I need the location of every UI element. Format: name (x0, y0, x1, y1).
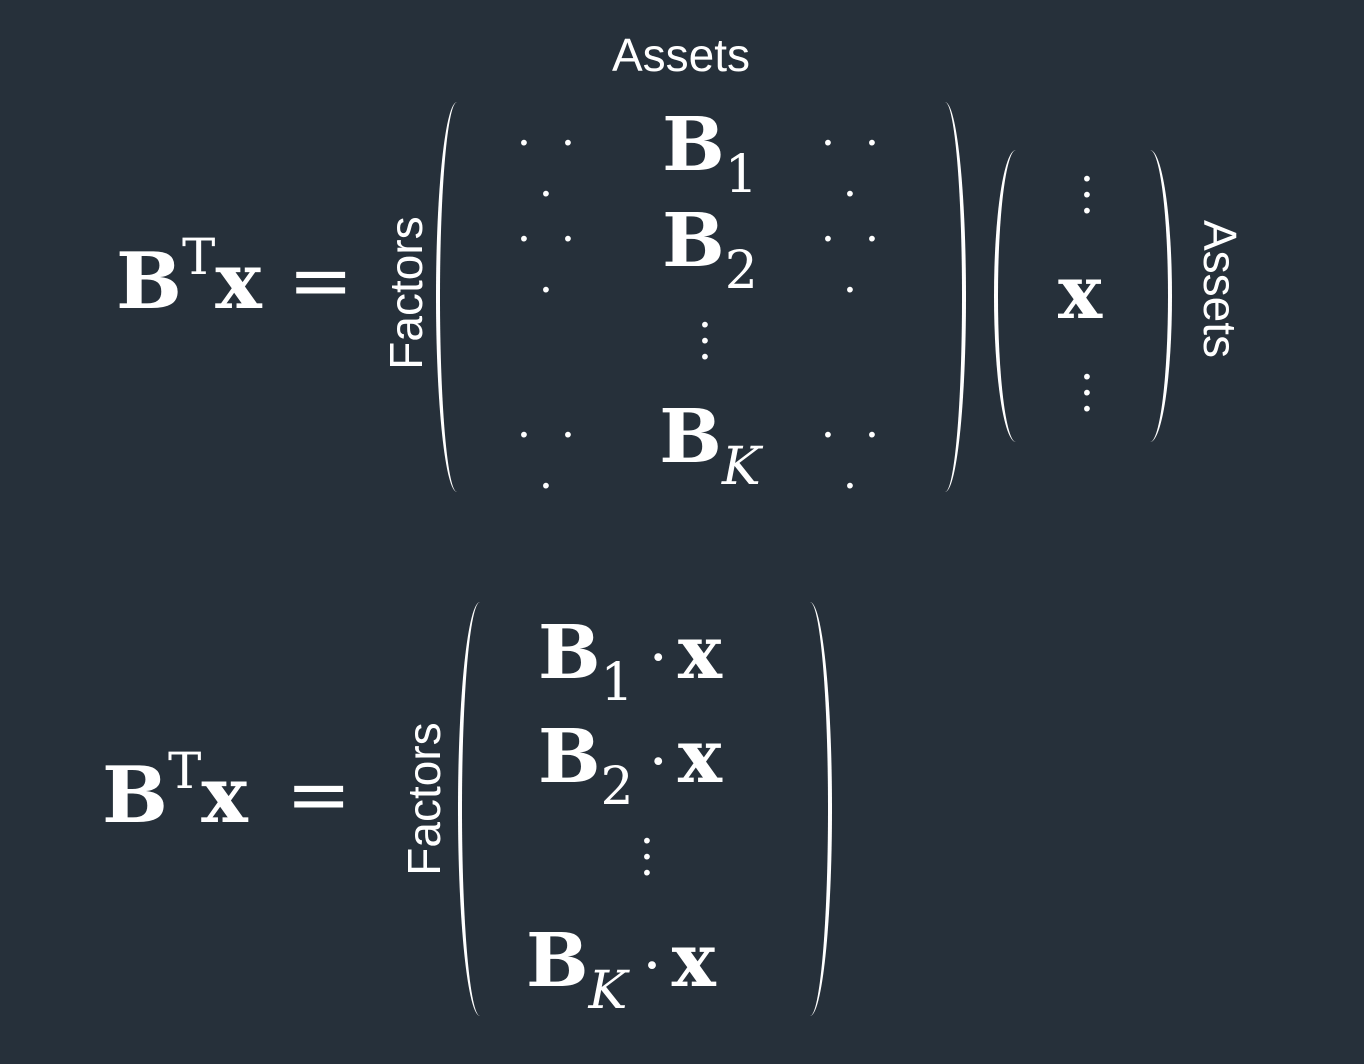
row1-B1: B1 (640, 102, 780, 205)
result-row1: B1 · x (538, 610, 722, 713)
row2-left-dots: · · · (517, 214, 583, 316)
factors-label-1: Factors (380, 216, 432, 370)
matrix-vertical-dots: · · · (698, 300, 712, 383)
transpose-T: T (181, 228, 216, 286)
vector-left-paren (994, 150, 1038, 442)
row2-right-dots: · · · (821, 214, 887, 316)
result-row1-sub: 1 (600, 653, 634, 713)
vector-bottom-vertical-dots: · · · (1080, 352, 1094, 435)
result-rowK-dot: · (642, 931, 662, 1001)
assets-side-label: Assets (1194, 219, 1246, 359)
result-vertical-dots: · · · (640, 816, 654, 899)
result-row2-B: B (538, 714, 601, 800)
equation-2-lhs: BTx (102, 742, 248, 841)
row1-left-dots: · · · (517, 118, 583, 220)
rowK-sub: K (721, 437, 761, 497)
rowK-right-dots: · · · (821, 410, 887, 512)
result-rowK: BK · x (526, 918, 716, 1021)
rowK-B: B (659, 394, 722, 480)
transpose-T-2: T (167, 742, 202, 800)
lhs-matrix-B: B (116, 236, 182, 327)
lhs2-matrix-B: B (102, 750, 168, 841)
result-row2-sub: 2 (600, 757, 634, 817)
vector-x: x (1058, 250, 1103, 336)
row1-sub: 1 (724, 145, 758, 205)
assets-top-label: Assets (612, 29, 751, 81)
equation-1-lhs: BTx (116, 228, 262, 327)
row1-B: B (662, 102, 725, 188)
row1-right-dots: · · · (821, 118, 887, 220)
equals-sign-1: = (288, 236, 354, 326)
rowK-left-dots: · · · (517, 410, 583, 512)
result-right-paren (788, 602, 832, 1016)
equals-sign-2: = (286, 750, 352, 840)
result-row1-dot: · (648, 623, 668, 693)
vector-top-vertical-dots: · · · (1080, 154, 1094, 237)
lhs-vector-x: x (215, 236, 262, 327)
row2-B: B (662, 198, 725, 284)
result-row2: B2 · x (538, 714, 722, 817)
vector-right-paren (1128, 150, 1172, 442)
result-row2-x: x (677, 714, 722, 800)
result-rowK-B: B (526, 918, 589, 1004)
matrix-right-paren (924, 102, 966, 492)
result-row1-B: B (538, 610, 601, 696)
result-left-paren (458, 602, 502, 1016)
lhs2-vector-x: x (201, 750, 248, 841)
row2-sub: 2 (724, 241, 758, 301)
factors-label-2: Factors (398, 722, 450, 876)
result-rowK-x: x (671, 918, 716, 1004)
result-rowK-sub: K (588, 961, 628, 1021)
matrix-left-paren (436, 102, 478, 492)
result-row1-x: x (677, 610, 722, 696)
result-row2-dot: · (648, 727, 668, 797)
rowK-BK: BK (630, 394, 790, 497)
row2-B2: B2 (640, 198, 780, 301)
